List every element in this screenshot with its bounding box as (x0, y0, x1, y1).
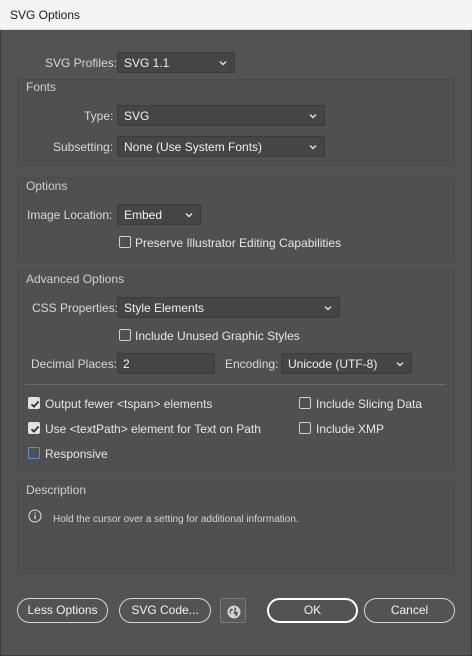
svg-code-button[interactable]: SVG Code... (119, 598, 211, 623)
decimal-places-value: 2 (123, 357, 130, 371)
include-xmp-label: Include XMP (316, 422, 385, 436)
image-location-value: Embed (124, 208, 163, 222)
font-type-value: SVG (124, 109, 150, 123)
less-options-button[interactable]: Less Options (17, 598, 108, 623)
image-location-label: Image Location: (27, 208, 113, 222)
subsetting-value: None (Use System Fonts) (124, 140, 263, 154)
include-slicing-data-label: Include Slicing Data (316, 397, 423, 411)
subsetting-dropdown[interactable]: None (Use System Fonts) (117, 136, 325, 157)
fonts-group-title: Fonts (26, 80, 57, 94)
encoding-label: Encoding: (225, 357, 279, 371)
window-title: SVG Options (10, 8, 81, 22)
preserve-editing-checkbox[interactable] (119, 236, 131, 248)
advanced-options-group-title: Advanced Options (26, 272, 125, 286)
svg-profiles-value: SVG 1.1 (124, 56, 170, 70)
less-options-label: Less Options (27, 603, 98, 617)
chevron-down-icon (308, 111, 318, 121)
options-group-title: Options (26, 179, 68, 193)
font-type-label: Type: (84, 109, 114, 123)
encoding-dropdown[interactable]: Unicode (UTF-8) (281, 353, 412, 374)
responsive-checkbox[interactable] (28, 447, 40, 459)
output-fewer-tspan-checkbox[interactable] (28, 397, 40, 409)
ok-label: OK (303, 603, 322, 617)
output-fewer-tspan-label: Output fewer <tspan> elements (45, 397, 213, 411)
chevron-down-icon (308, 142, 318, 152)
subsetting-label: Subsetting: (53, 140, 114, 154)
web-preview-button[interactable] (220, 598, 246, 623)
chevron-down-icon (395, 359, 405, 369)
decimal-places-label: Decimal Places: (31, 357, 118, 371)
font-type-dropdown[interactable]: SVG (117, 105, 325, 126)
chevron-down-icon (184, 210, 194, 220)
encoding-value: Unicode (UTF-8) (288, 357, 378, 371)
use-textpath-checkbox[interactable] (28, 422, 40, 434)
globe-icon (227, 605, 241, 619)
cancel-button[interactable]: Cancel (364, 598, 455, 623)
advanced-divider (25, 384, 445, 385)
include-slicing-data-checkbox[interactable] (299, 397, 311, 409)
css-properties-dropdown[interactable]: Style Elements (117, 297, 340, 318)
chevron-down-icon (323, 303, 333, 313)
svg-profiles-dropdown[interactable]: SVG 1.1 (117, 52, 235, 73)
decimal-places-input[interactable]: 2 (117, 353, 215, 374)
include-unused-styles-label: Include Unused Graphic Styles (135, 329, 300, 343)
preserve-editing-label: Preserve Illustrator Editing Capabilitie… (135, 236, 342, 250)
ok-button[interactable]: OK (267, 598, 358, 623)
svg-code-label: SVG Code... (131, 603, 199, 617)
chevron-down-icon (218, 58, 228, 68)
image-location-dropdown[interactable]: Embed (117, 204, 201, 225)
description-group-title: Description (26, 483, 87, 497)
svg-profiles-label: SVG Profiles: (45, 56, 118, 70)
check-icon (30, 425, 40, 433)
title-bar: SVG Options (0, 0, 472, 30)
info-icon (28, 509, 42, 523)
responsive-label: Responsive (45, 447, 108, 461)
include-xmp-checkbox[interactable] (299, 422, 311, 434)
css-properties-label: CSS Properties: (32, 301, 119, 315)
css-properties-value: Style Elements (124, 301, 205, 315)
check-icon (30, 400, 40, 408)
include-unused-styles-checkbox[interactable] (119, 329, 131, 341)
use-textpath-label: Use <textPath> element for Text on Path (45, 422, 261, 436)
description-text: Hold the cursor over a setting for addit… (53, 514, 299, 525)
cancel-label: Cancel (390, 603, 429, 617)
